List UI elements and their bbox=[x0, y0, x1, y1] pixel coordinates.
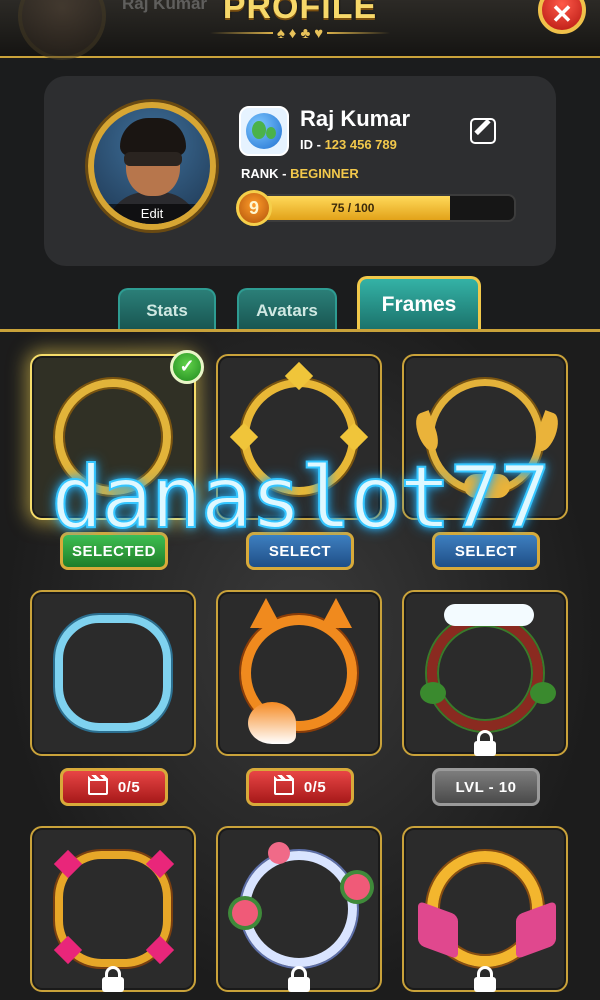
player-name: Raj Kumar bbox=[300, 106, 411, 131]
edit-profile-icon[interactable] bbox=[470, 118, 496, 144]
watch-ads-button[interactable]: 0/5 bbox=[60, 768, 168, 806]
player-id: ID - 123 456 789 bbox=[300, 137, 397, 152]
selected-check-icon: ✓ bbox=[170, 350, 204, 384]
rank-label: RANK - bbox=[241, 166, 287, 181]
page-title: PROFILE bbox=[222, 0, 378, 26]
avatar-edit-label[interactable]: Edit bbox=[94, 204, 210, 224]
lock-icon bbox=[472, 966, 498, 992]
level-badge: 9 bbox=[236, 190, 272, 226]
header-player-name: Raj Kumar bbox=[122, 0, 208, 13]
frame-card-fox[interactable] bbox=[216, 590, 382, 756]
christmas-wreath-frame-icon bbox=[427, 615, 543, 731]
watch-ads-button[interactable]: 0/5 bbox=[246, 768, 354, 806]
diamond-icon: ♦ bbox=[288, 24, 297, 42]
lock-icon bbox=[286, 966, 312, 992]
player-id-value: 123 456 789 bbox=[324, 137, 397, 152]
ads-progress-text: 0/5 bbox=[303, 779, 327, 796]
heart-icon: ♥ bbox=[314, 24, 324, 42]
frame-card-christmas-wreath[interactable] bbox=[402, 590, 568, 756]
watermark-text: danaslot77 bbox=[50, 447, 552, 549]
club-icon: ♣ bbox=[300, 24, 311, 42]
tab-frames[interactable]: Frames bbox=[357, 276, 481, 332]
level-requirement-button[interactable]: LVL - 10 bbox=[432, 768, 540, 806]
frame-card-ice[interactable] bbox=[30, 590, 196, 756]
ice-frame-icon bbox=[55, 615, 171, 731]
lock-icon bbox=[472, 730, 498, 756]
tab-stats[interactable]: Stats bbox=[118, 288, 216, 332]
clapperboard-icon bbox=[273, 775, 294, 795]
close-icon[interactable]: ✕ bbox=[538, 0, 586, 34]
frame-card-floral[interactable] bbox=[216, 826, 382, 992]
lock-icon bbox=[100, 966, 126, 992]
header-bar: Raj Kumar PROFILE ♠ ♦ ♣ ♥ ✕ bbox=[0, 0, 600, 60]
ads-progress-text: 0/5 bbox=[117, 779, 141, 796]
title-suits-decoration: ♠ ♦ ♣ ♥ bbox=[210, 24, 390, 42]
xp-progress-bar: 75 / 100 bbox=[254, 194, 516, 222]
spade-icon: ♠ bbox=[276, 24, 285, 42]
profile-card: Edit Raj Kumar ID - 123 456 789 RANK - B… bbox=[44, 76, 556, 266]
rank-value: BEGINNER bbox=[290, 166, 359, 181]
player-rank: RANK - BEGINNER bbox=[241, 166, 359, 181]
xp-progress-text: 75 / 100 bbox=[331, 201, 375, 215]
header-avatar bbox=[18, 0, 106, 60]
floral-frame-icon bbox=[241, 851, 357, 967]
frame-card-ribbon-gold[interactable] bbox=[402, 826, 568, 992]
avatar[interactable]: Edit bbox=[88, 102, 216, 230]
player-id-label: ID - bbox=[300, 137, 321, 152]
frame-card-ruby-gold[interactable] bbox=[30, 826, 196, 992]
globe-icon bbox=[239, 106, 289, 156]
tab-avatars[interactable]: Avatars bbox=[237, 288, 337, 332]
clapperboard-icon bbox=[87, 775, 108, 795]
